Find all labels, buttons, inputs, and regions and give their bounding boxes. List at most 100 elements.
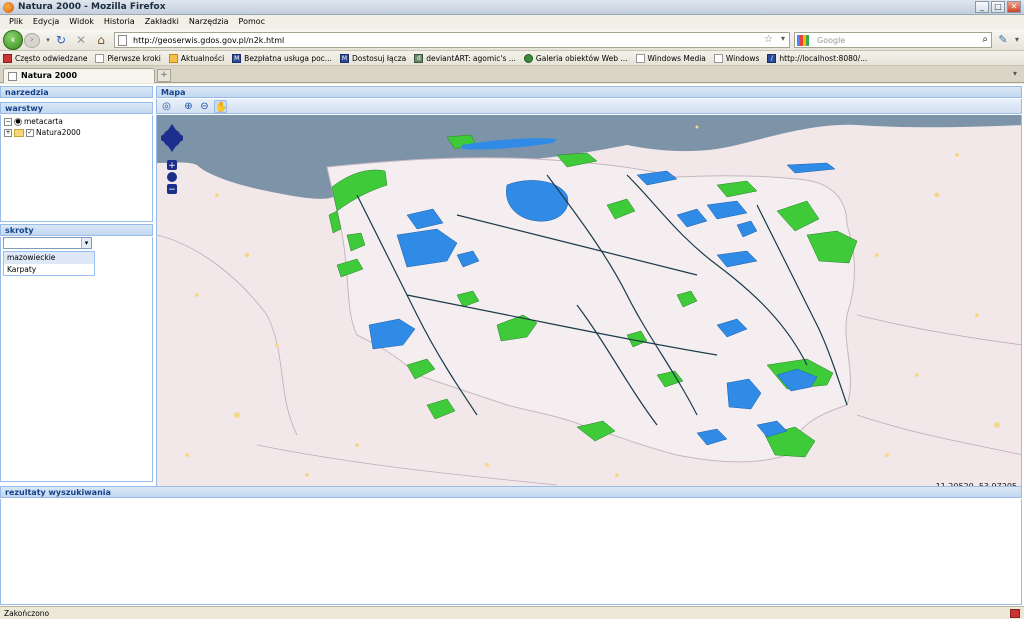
bookmark-item[interactable]: Windows Media	[635, 53, 706, 63]
bookmark-label: Często odwiedzane	[15, 53, 88, 63]
maximize-button[interactable]: □	[991, 1, 1005, 13]
results-panel-header: rezultaty wyszukiwania	[0, 486, 1022, 498]
layers-tree: − ● metacarta + ✓ Natura2000	[0, 115, 153, 222]
zoom-extent-icon[interactable]: ◎	[160, 100, 173, 113]
chevron-down-icon[interactable]: ▾	[1009, 69, 1021, 81]
chevron-down-icon[interactable]: ▾	[1010, 33, 1024, 47]
menu-pomoc[interactable]: Pomoc	[234, 15, 271, 29]
status-icon	[1010, 609, 1020, 618]
bookmark-item[interactable]: M Dostosuj łącza	[339, 53, 407, 63]
bookmark-label: Bezpłatna usługa poc...	[244, 53, 332, 63]
address-url: http://geoserwis.gdos.gov.pl/n2k.html	[133, 36, 285, 45]
bookmark-icon	[3, 53, 12, 63]
map-canvas[interactable]	[157, 115, 1022, 493]
search-placeholder: Google	[817, 36, 846, 45]
map-panel-header: Mapa	[156, 86, 1022, 98]
status-text: Zakończono	[4, 609, 50, 618]
tree-item-label: metacarta	[24, 117, 63, 126]
page-icon	[713, 53, 723, 63]
tab-strip: Natura 2000 + ▾	[0, 66, 1024, 83]
bookmark-label: Aktualności	[180, 53, 225, 63]
expand-icon[interactable]: +	[4, 128, 12, 137]
close-button[interactable]: ✕	[1007, 1, 1021, 13]
tree-item-metacarta[interactable]: − ● metacarta	[4, 117, 63, 126]
bookmark-label: Pierwsze kroki	[107, 53, 161, 63]
globe-icon	[523, 53, 533, 63]
bookmark-star-icon[interactable]: ☆	[764, 34, 773, 45]
stop-icon[interactable]: ✕	[74, 33, 88, 47]
bookmark-label: Dostosuj łącza	[351, 53, 407, 63]
results-panel	[0, 499, 1022, 605]
bookmark-label: Windows	[725, 53, 760, 63]
bookmark-item[interactable]: Często odwiedzane	[3, 53, 88, 63]
window-titlebar: Natura 2000 - Mozilla Firefox _ □ ✕	[0, 0, 1024, 15]
svg-text:+: +	[168, 161, 176, 171]
tab-natura-2000[interactable]: Natura 2000	[3, 68, 155, 83]
world-icon	[167, 172, 177, 182]
navigation-toolbar: ‹ › ▾ ↻ ✕ ⌂ http://geoserwis.gdos.gov.pl…	[0, 29, 1024, 51]
bookmark-item[interactable]: Pierwsze kroki	[95, 53, 161, 63]
bookmark-item[interactable]: Aktualności	[168, 53, 225, 63]
addon-icon[interactable]: ✎	[996, 33, 1010, 47]
svg-text:−: −	[168, 185, 176, 195]
pan-arrows-icon	[161, 124, 183, 152]
firefox-icon	[3, 2, 14, 13]
bookmarks-toolbar: Często odwiedzane Pierwsze kroki Aktualn…	[0, 51, 1024, 66]
zoom-in-icon[interactable]: ⊕	[182, 100, 195, 113]
forward-button[interactable]: ›	[24, 33, 40, 48]
bookmark-item[interactable]: / http://localhost:8080/...	[767, 53, 868, 63]
address-bar[interactable]: http://geoserwis.gdos.gov.pl/n2k.html ☆ …	[114, 32, 790, 48]
window-title: Natura 2000 - Mozilla Firefox	[18, 2, 166, 12]
page-icon	[95, 53, 105, 63]
tree-item-label: Natura2000	[36, 128, 81, 137]
home-icon[interactable]: ⌂	[94, 33, 108, 47]
dropdown-option-mazowieckie[interactable]: mazowieckie	[4, 252, 94, 264]
bookmark-label: http://localhost:8080/...	[779, 53, 868, 63]
new-tab-button[interactable]: +	[157, 69, 171, 82]
map-viewport[interactable]: + − 11.20520, 53.97205	[156, 115, 1022, 493]
folder-icon	[14, 128, 24, 137]
app-content: narzedzia warstwy − ● metacarta + ✓ Natu…	[0, 84, 1024, 606]
bookmark-item[interactable]: M Bezpłatna usługa poc...	[232, 53, 332, 63]
menu-widok[interactable]: Widok	[64, 15, 99, 29]
msn-icon: M	[339, 53, 349, 63]
menu-edycja[interactable]: Edycja	[28, 15, 64, 29]
radio-icon[interactable]: ●	[14, 117, 22, 126]
minimize-button[interactable]: _	[975, 1, 989, 13]
chevron-down-icon[interactable]: ▾	[781, 34, 785, 43]
msn-icon: M	[232, 53, 242, 63]
localhost-icon: /	[767, 53, 777, 63]
bookmark-label: Galeria obiektów Web ...	[535, 53, 628, 63]
back-button[interactable]: ‹	[3, 30, 23, 50]
deviantart-icon: d	[414, 53, 424, 63]
shortcuts-combo[interactable]: ▾	[3, 237, 92, 249]
tree-item-natura2000[interactable]: + ✓ Natura2000	[4, 128, 81, 137]
layers-panel-header[interactable]: warstwy	[0, 102, 153, 114]
rss-icon	[168, 53, 178, 63]
menu-zakladki[interactable]: Zakładki	[140, 15, 184, 29]
history-dropdown-icon[interactable]: ▾	[41, 33, 55, 47]
pan-zoom-control: + −	[161, 124, 183, 195]
shortcuts-panel-header[interactable]: skroty	[0, 224, 153, 236]
map-toolbar: ◎ ⊕ ⊖ ✋	[156, 99, 1022, 114]
checkbox-icon[interactable]: ✓	[26, 128, 34, 137]
menu-narzedzia[interactable]: Narzędzia	[184, 15, 234, 29]
dropdown-option-karpaty[interactable]: Karpaty	[4, 264, 94, 276]
zoom-out-icon[interactable]: ⊖	[198, 100, 211, 113]
shortcuts-dropdown-list: mazowieckie Karpaty	[3, 251, 95, 276]
menu-plik[interactable]: Plik	[4, 15, 28, 29]
search-icon[interactable]: ⌕	[982, 34, 988, 45]
chevron-down-icon[interactable]: ▾	[81, 238, 91, 248]
expand-icon[interactable]: −	[4, 117, 12, 126]
menu-historia[interactable]: Historia	[99, 15, 140, 29]
page-icon	[8, 72, 17, 81]
reload-icon[interactable]: ↻	[54, 33, 68, 47]
search-input[interactable]: Google ⌕	[794, 32, 992, 48]
tools-panel-header[interactable]: narzedzia	[0, 86, 153, 98]
bookmark-item[interactable]: Windows	[713, 53, 760, 63]
bookmark-item[interactable]: d deviantART: agomic's ...	[414, 53, 516, 63]
pan-hand-icon[interactable]: ✋	[214, 100, 227, 113]
bookmark-item[interactable]: Galeria obiektów Web ...	[523, 53, 628, 63]
status-bar: Zakończono	[0, 606, 1024, 619]
google-icon[interactable]	[797, 35, 809, 46]
